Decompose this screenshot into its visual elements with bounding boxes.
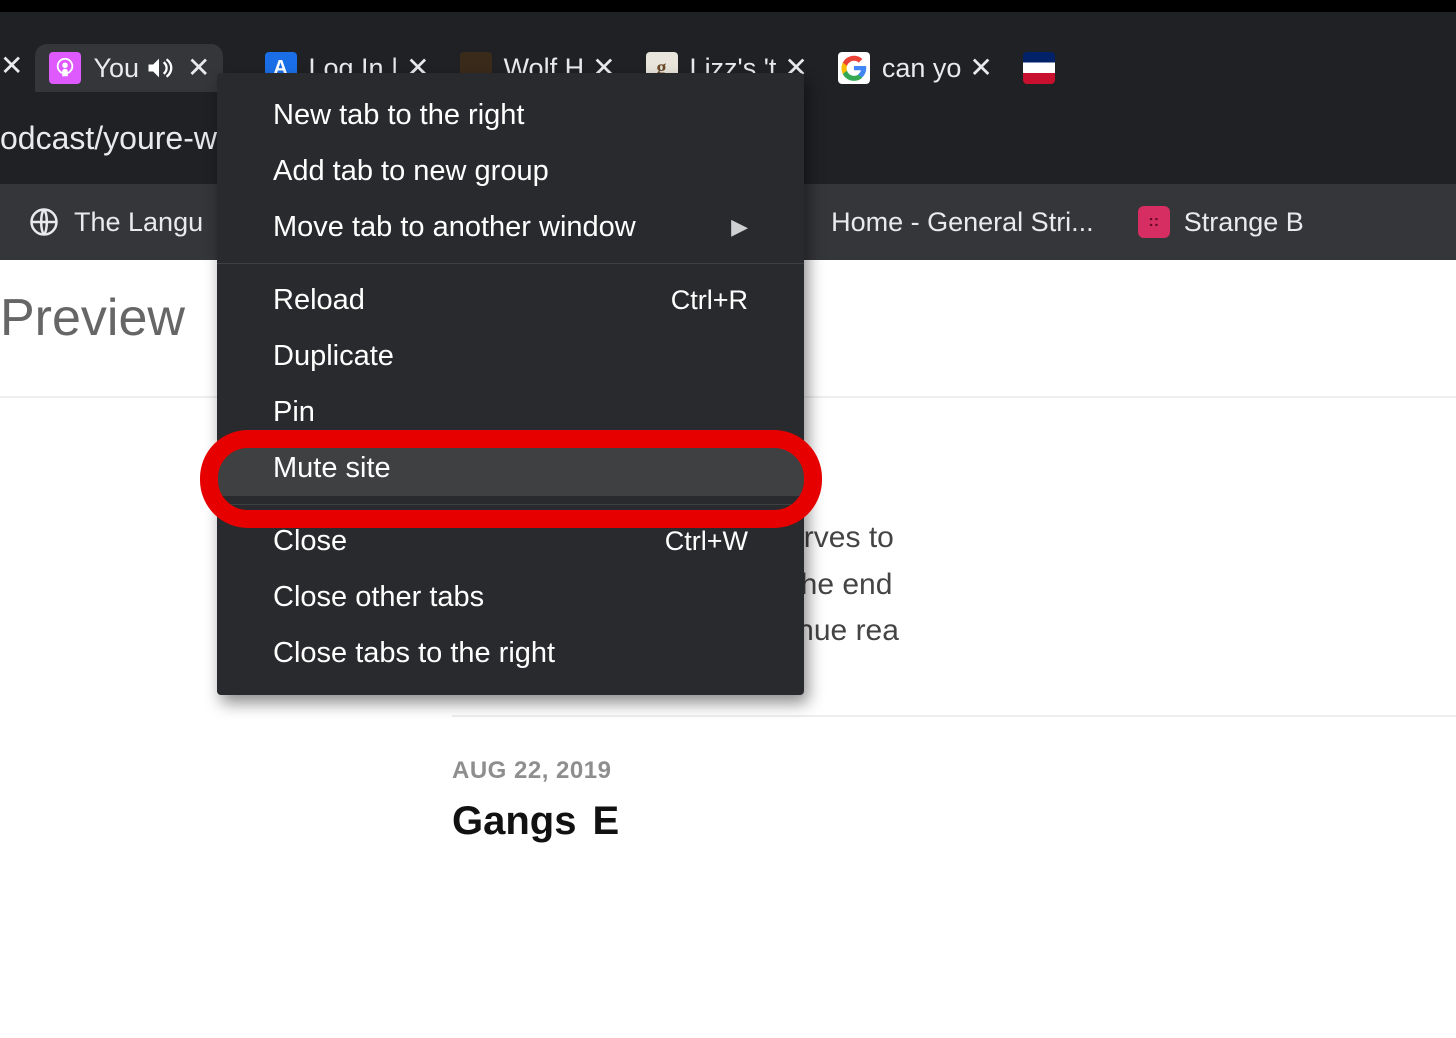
menu-label: Mute site (273, 452, 391, 485)
tab-flag[interactable] (1009, 44, 1067, 92)
globe-icon (28, 206, 60, 238)
tab-active[interactable]: You ✕ (35, 44, 222, 92)
tab-google[interactable]: can yo ✕ (824, 44, 1005, 92)
bookmark-langu[interactable]: The Langu (28, 206, 203, 238)
hexagon-icon: :: (1138, 206, 1170, 238)
menu-mute-site[interactable]: Mute site (217, 440, 804, 496)
menu-label: New tab to the right (273, 99, 524, 132)
menu-add-tab-group[interactable]: Add tab to new group (217, 143, 804, 199)
tab-title: can yo (882, 53, 962, 84)
menu-duplicate[interactable]: Duplicate (217, 328, 804, 384)
article-title: Gangs E (452, 799, 1456, 844)
menu-reload[interactable]: Reload Ctrl+R (217, 272, 804, 328)
bookmark-label: Home - General Stri... (831, 207, 1094, 238)
menu-label: Reload (273, 284, 365, 317)
audio-icon[interactable] (145, 54, 173, 82)
menu-label: Close tabs to the right (273, 637, 555, 670)
menu-new-tab-right[interactable]: New tab to the right (217, 87, 804, 143)
menu-label: Duplicate (273, 340, 394, 373)
submenu-arrow-icon: ▶ (731, 214, 748, 240)
favicon-uk-flag-icon (1023, 52, 1055, 84)
menu-close-tabs-right[interactable]: Close tabs to the right (217, 625, 804, 681)
menu-shortcut: Ctrl+W (665, 526, 748, 557)
prev-tab-close-icon[interactable]: ✕ (0, 41, 35, 96)
tab-context-menu: New tab to the right Add tab to new grou… (217, 73, 804, 695)
url-fragment: odcast/youre-w (0, 120, 217, 157)
menu-move-tab-window[interactable]: Move tab to another window ▶ (217, 199, 804, 255)
menu-shortcut: Ctrl+R (671, 285, 748, 316)
menu-pin[interactable]: Pin (217, 384, 804, 440)
bookmark-home[interactable]: Home - General Stri... (831, 207, 1094, 238)
article-title-text: Gangs (452, 799, 576, 844)
divider (452, 715, 1456, 717)
favicon-google-icon (838, 52, 870, 84)
explicit-badge: E (592, 799, 619, 844)
menu-close[interactable]: Close Ctrl+W (217, 513, 804, 569)
bookmark-label: The Langu (74, 207, 203, 238)
menu-label: Pin (273, 396, 315, 429)
bookmark-strange[interactable]: :: Strange B (1138, 206, 1304, 238)
article-date: AUG 22, 2019 (452, 757, 1456, 785)
bookmark-label: Strange B (1184, 207, 1304, 238)
menu-label: Close (273, 525, 347, 558)
menu-label: Move tab to another window (273, 211, 636, 244)
podcast-icon (49, 52, 81, 84)
close-icon[interactable]: ✕ (187, 54, 210, 82)
menu-label: Close other tabs (273, 581, 484, 614)
menu-close-other-tabs[interactable]: Close other tabs (217, 569, 804, 625)
menu-separator (217, 263, 804, 264)
menu-label: Add tab to new group (273, 155, 549, 188)
close-icon[interactable]: ✕ (969, 54, 992, 82)
menu-separator (217, 504, 804, 505)
tab-title: You (93, 53, 139, 84)
